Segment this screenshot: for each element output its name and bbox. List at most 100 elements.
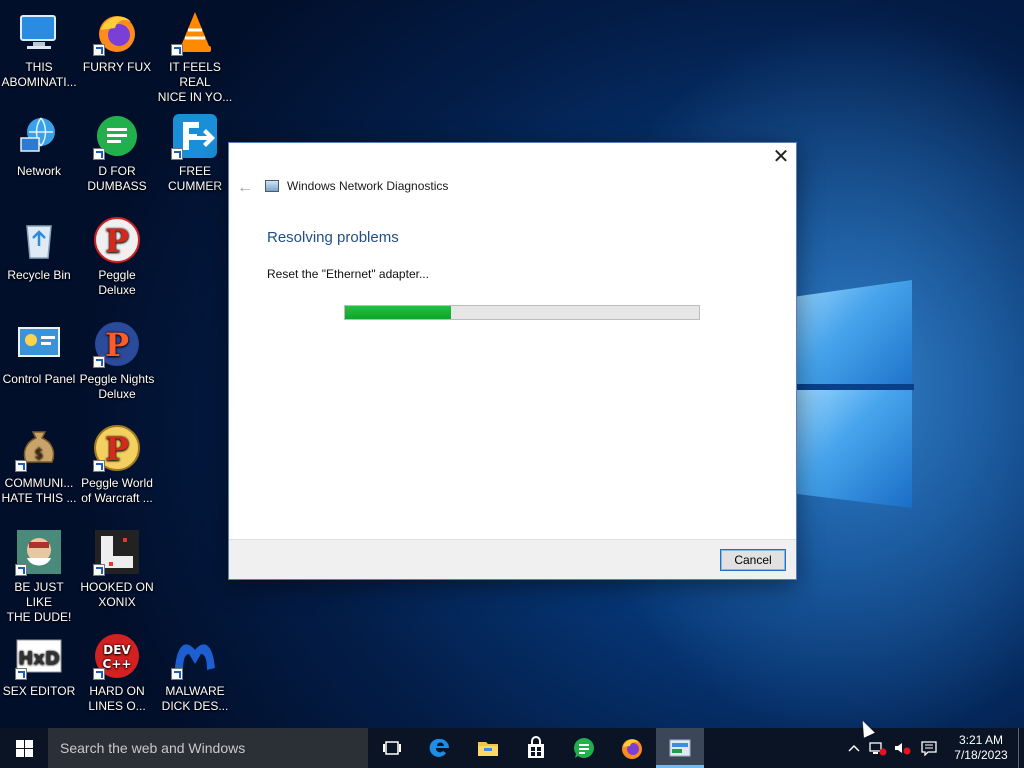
desktop-icon-label: Control Panel [2,372,76,386]
action-center-button[interactable] [914,728,944,768]
firefox-icon [622,739,642,759]
network-disconnected-icon [869,742,887,756]
shortcut-arrow-icon [93,460,105,472]
desktop-icon-this-pc[interactable]: THIS ABOMINATI... [0,8,78,90]
firefox-icon [93,8,141,56]
svg-text:DEV: DEV [103,643,131,657]
cancel-button[interactable]: Cancel [720,549,786,571]
dialog-status-text: Reset the "Ethernet" adapter... [267,267,429,281]
desktop-icon-peggle-nights[interactable]: P Peggle Nights Deluxe [78,320,156,402]
computer-icon [15,8,63,56]
network-diagnostics-icon [669,739,691,757]
shortcut-arrow-icon [171,668,183,680]
control-panel-icon [15,320,63,368]
desktop-icon-network[interactable]: Network [0,112,78,179]
taskbar-store[interactable] [512,728,560,768]
desktop-icon-money-bag[interactable]: $ COMMUNI... HATE THIS ... [0,424,78,506]
taskbar-clock[interactable]: 3:21 AM 7/18/2023 [944,733,1018,763]
desktop-icon-label: D FOR DUMBASS [87,164,147,193]
shortcut-arrow-icon [93,668,105,680]
taskbar-file-explorer[interactable] [464,728,512,768]
task-view-icon [383,741,401,755]
notification-icon [921,741,937,756]
game-character-icon [15,528,63,576]
desktop-icon-label: SEX EDITOR [2,684,76,698]
taskbar-search-box[interactable]: Search the web and Windows [48,728,368,768]
dialog-app-header: Windows Network Diagnostics [265,179,448,193]
desktop-icon-label: COMMUNI... HATE THIS ... [1,476,77,505]
desktop-icon-label: IT FEELS REAL NICE IN YO... [157,60,233,104]
desktop-icon-furry-fux[interactable]: FURRY FUX [78,8,156,75]
chat-app-icon [574,738,594,758]
network-diagnostics-dialog: ✕ ← Windows Network Diagnostics Resolvin… [228,142,797,580]
desktop-icon-hooked-on-xonix[interactable]: HOOKED ON XONIX [78,528,156,610]
clock-time: 3:21 AM [958,733,1004,747]
svg-text:C++: C++ [103,657,132,671]
desktop-icon-label: HARD ON LINES O... [88,684,146,713]
shortcut-arrow-icon [15,668,27,680]
desktop-icon-free-cummer[interactable]: FREE CUMMER [156,112,234,194]
desktop-icon-peggle-wow[interactable]: P Peggle World of Warcraft ... [78,424,156,506]
desktop-icon-label: FURRY FUX [82,60,152,74]
desktop-icon-sex-editor[interactable]: HxD SEX EDITOR [0,632,78,699]
desktop-icon-malware-dick[interactable]: MALWARE DICK DES... [156,632,234,714]
taskbar-network-diagnostics[interactable] [656,728,704,768]
desktop-icon-label: Peggle World of Warcraft ... [81,476,153,505]
volume-tray-button[interactable] [890,728,914,768]
taskbar-edge[interactable] [416,728,464,768]
store-icon [528,736,544,758]
svg-text:P: P [105,222,129,260]
converter-icon [171,112,219,160]
hex-editor-icon: HxD [15,632,63,680]
desktop-icon-be-just-like-the-dude[interactable]: BE JUST LIKE THE DUDE! [0,528,78,625]
svg-text:$: $ [35,446,44,462]
shortcut-arrow-icon [93,356,105,368]
dialog-app-title: Windows Network Diagnostics [287,179,449,193]
file-explorer-icon [478,742,498,756]
volume-muted-icon [895,743,911,755]
vlc-icon [171,8,219,56]
desktop-icon-label: HOOKED ON XONIX [80,580,154,609]
peggle-wow-icon: P [93,424,141,472]
desktop-icon-control-panel[interactable]: Control Panel [0,320,78,387]
malwarebytes-icon [171,632,219,680]
desktop-icon-peggle-deluxe[interactable]: P Peggle Deluxe [78,216,156,298]
shortcut-arrow-icon [171,44,183,56]
desktop-icon-d-for-dumbass[interactable]: D FOR DUMBASS [78,112,156,194]
windows-start-icon [15,739,33,757]
show-desktop-button[interactable] [1018,728,1024,768]
shortcut-arrow-icon [93,148,105,160]
network-diagnostics-icon [265,180,279,192]
progress-bar-fill [345,306,452,319]
network-icon [15,112,63,160]
desktop-icon-label: BE JUST LIKE THE DUDE! [6,580,72,624]
desktop-icon-hard-on-lines[interactable]: DEV C++ HARD ON LINES O... [78,632,156,714]
peggle-nights-icon: P [93,320,141,368]
taskbar-chat-app[interactable] [560,728,608,768]
start-button[interactable] [0,728,48,768]
shortcut-arrow-icon [171,148,183,160]
desktop-icon-recycle-bin[interactable]: Recycle Bin [0,216,78,283]
taskbar-firefox[interactable] [608,728,656,768]
shortcut-arrow-icon [15,564,27,576]
peggle-icon: P [93,216,141,264]
windows-logo-wallpaper [796,258,914,508]
dialog-footer: Cancel [229,539,796,579]
desktop-icon-label: MALWARE DICK DES... [161,684,229,713]
chevron-up-icon [848,744,860,752]
svg-text:P: P [105,430,129,468]
progress-bar [344,305,700,320]
svg-text:HxD: HxD [18,648,60,669]
close-icon[interactable]: ✕ [770,147,792,169]
desktop-icon-label: Peggle Deluxe [98,268,136,297]
shortcut-arrow-icon [93,44,105,56]
desktop-icon-label: FREE CUMMER [168,164,222,193]
shortcut-arrow-icon [15,460,27,472]
desktop-icon-it-feels-real[interactable]: IT FEELS REAL NICE IN YO... [156,8,234,105]
task-view-button[interactable] [368,728,416,768]
edge-icon [429,738,449,757]
svg-text:P: P [105,326,129,364]
recycle-bin-icon [15,216,63,264]
back-arrow-icon[interactable]: ← [237,179,253,197]
desktop-icon-label: Peggle Nights Deluxe [79,372,155,401]
